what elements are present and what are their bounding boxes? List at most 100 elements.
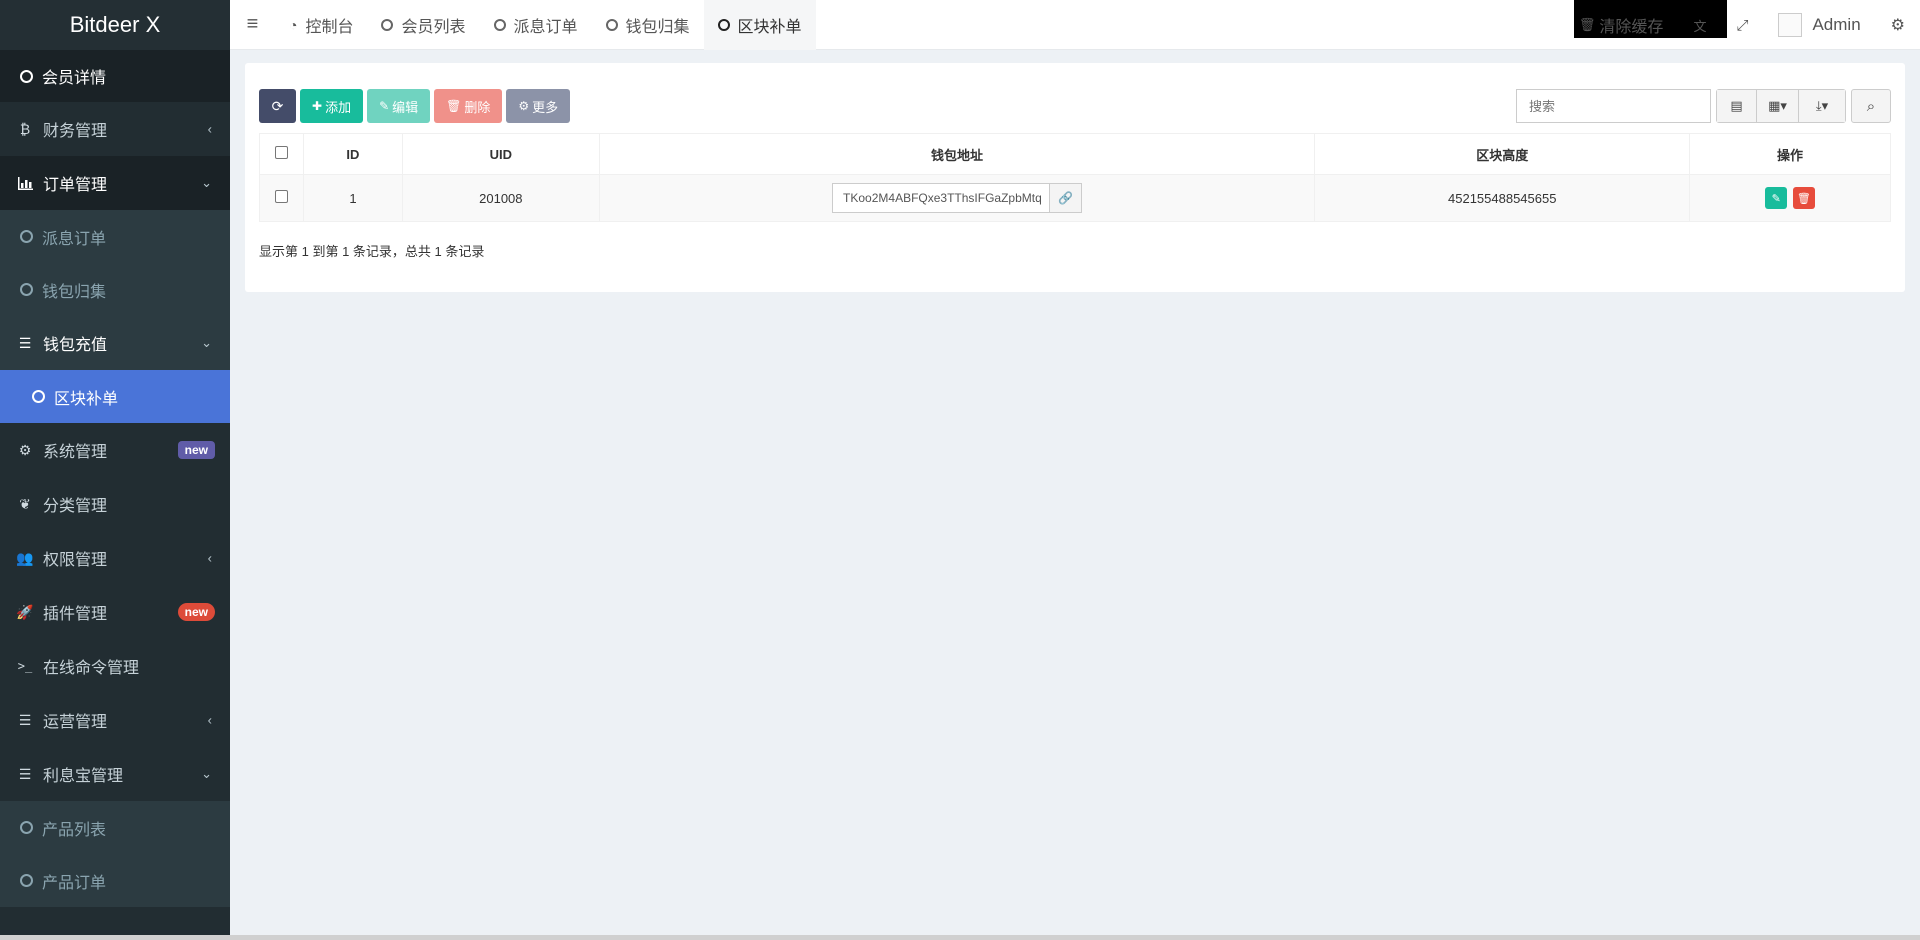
sidebar-item-member-detail[interactable]: 会员详情 <box>0 50 230 102</box>
dashboard-icon: ◔ <box>289 16 298 33</box>
sidebar-item-label: 利息宝管理 <box>43 768 124 785</box>
column-header[interactable]: ID <box>302 133 403 175</box>
settings-button[interactable]: ⚙ <box>1876 0 1920 50</box>
tab-block-supplement[interactable]: 区块补单 <box>703 0 816 50</box>
sidebar-item-label: 产品订单 <box>42 874 107 892</box>
sidebar-item-orders[interactable]: 订单管理 ⌄ <box>0 156 230 210</box>
new-badge: new <box>177 603 215 621</box>
link-button[interactable]: 🔗 <box>1050 183 1083 213</box>
sidebar-item-plugins[interactable]: 🚀 插件管理 new <box>0 585 230 639</box>
sidebar-item-online-command[interactable]: >_ 在线命令管理 <box>0 639 230 693</box>
add-label: 添加 <box>325 99 352 115</box>
card-view-button[interactable]: ▤ <box>1717 90 1757 122</box>
add-button[interactable]: ✚ 添加 <box>300 89 364 123</box>
sidebar-item-operations[interactable]: ☰ 运营管理 ‹ <box>0 693 230 747</box>
delete-label: 删除 <box>464 99 491 115</box>
sidebar-item-label: 插件管理 <box>43 606 108 623</box>
sidebar-item-wallet-recharge[interactable]: ☰ 钱包充值 ⌄ <box>0 316 230 370</box>
chevron-left-icon: ‹ <box>207 121 212 137</box>
delete-button[interactable]: 🗑 删除 <box>434 89 503 123</box>
cogs-icon: ⚙ <box>18 441 32 458</box>
sidebar-item-product-list[interactable]: 产品列表 <box>0 801 230 854</box>
sidebar-item-label: 钱包充值 <box>43 337 108 354</box>
more-label: 更多 <box>532 99 559 115</box>
trash-icon: 🗑 <box>1578 17 1596 32</box>
search-input[interactable] <box>1516 89 1711 123</box>
sidebar-item-label: 系统管理 <box>43 444 108 461</box>
list-icon: ☰ <box>18 334 32 351</box>
tab-label: 控制台 <box>305 18 354 36</box>
sidebar-item-label: 权限管理 <box>43 552 108 569</box>
sidebar-item-label: 在线命令管理 <box>43 660 140 677</box>
sidebar-item-interest[interactable]: ☰ 利息宝管理 ⌄ <box>0 747 230 801</box>
tab-wallet-collect[interactable]: 钱包归集 <box>592 0 704 50</box>
table-toolbar: ⟳ ✚ 添加 ✎ 编辑 🗑 删除 ⚙ 更多 <box>259 89 571 123</box>
table-row[interactable]: 1 201008 TKoo2M4ABFQxe3TThsIFGaZpbMtq 🔗 … <box>259 174 1891 222</box>
sidebar-item-product-orders[interactable]: 产品订单 <box>0 854 230 907</box>
circle-icon <box>20 283 33 296</box>
bar-chart-icon <box>15 176 35 190</box>
export-button[interactable]: ⤓▾ <box>1799 90 1845 122</box>
link-icon: 🔗 <box>1058 191 1074 205</box>
circle-icon <box>493 18 506 31</box>
sidebar-item-wallet-collect[interactable]: 钱包归集 <box>0 263 230 316</box>
sidebar-item-dividend-orders[interactable]: 派息订单 <box>0 210 230 263</box>
group-icon: 👥 <box>16 549 34 566</box>
tab-label: 派息订单 <box>513 18 578 36</box>
row-checkbox[interactable] <box>274 190 288 203</box>
more-button[interactable]: ⚙ 更多 <box>506 89 571 123</box>
view-tools: ▤ ▦▾ ⤓▾ <box>1716 89 1846 123</box>
horizontal-scrollbar[interactable] <box>0 935 1920 940</box>
user-name: Admin <box>1812 15 1861 34</box>
columns-button[interactable]: ▦▾ <box>1757 90 1799 122</box>
column-header[interactable]: 钱包地址 <box>598 133 1316 175</box>
chevron-left-icon: ‹ <box>207 712 212 728</box>
sidebar-item-permission[interactable]: 👥 权限管理 ‹ <box>0 531 230 585</box>
refresh-button[interactable]: ⟳ <box>259 89 296 123</box>
id-cell: 1 <box>302 174 403 222</box>
row-delete-button[interactable]: 🗑 <box>1792 187 1815 209</box>
sidebar-item-label: 分类管理 <box>43 498 108 515</box>
column-header[interactable]: UID <box>401 133 600 175</box>
search-icon: ⌕ <box>1866 97 1876 115</box>
tab-dividend-orders[interactable]: 派息订单 <box>480 0 592 50</box>
cog-icon: ⚙ <box>518 99 530 113</box>
chevron-down-icon: ⌄ <box>201 335 212 350</box>
table-icon: ▤ <box>1730 98 1743 113</box>
select-all-checkbox[interactable] <box>274 146 288 159</box>
export-icon: ⤓▾ <box>1815 98 1829 113</box>
refresh-icon: ⟳ <box>271 97 284 114</box>
sidebar-item-block-supplement[interactable]: 区块补单 <box>0 370 230 423</box>
clear-cache-button[interactable]: 🗑 清除缓存 <box>1564 0 1679 50</box>
row-edit-button[interactable]: ✎ <box>1765 187 1788 209</box>
tab-member-list[interactable]: 会员列表 <box>367 0 479 50</box>
sidebar-item-category[interactable]: ❦ 分类管理 <box>0 477 230 531</box>
address-cell: TKoo2M4ABFQxe3TThsIFGaZpbMtq 🔗 <box>598 174 1316 222</box>
sidebar-item-system[interactable]: ⚙ 系统管理 new <box>0 423 230 477</box>
tab-dashboard[interactable]: ◔ 控制台 <box>275 0 367 50</box>
edit-button[interactable]: ✎ 编辑 <box>367 89 431 123</box>
user-menu[interactable]: Admin <box>1763 0 1875 50</box>
leaf-icon: ❦ <box>19 495 31 512</box>
column-header: 操作 <box>1689 133 1891 175</box>
column-header[interactable]: 区块高度 <box>1314 133 1691 175</box>
columns-icon: ▦▾ <box>1768 98 1787 113</box>
sidebar-item-label: 区块补单 <box>54 390 119 408</box>
sidebar-item-label: 运营管理 <box>43 714 108 731</box>
fullscreen-button[interactable]: ⤢ <box>1721 0 1763 50</box>
brand-logo[interactable]: Bitdeer X <box>0 0 230 50</box>
circle-icon <box>20 874 33 887</box>
language-button[interactable]: 文 <box>1678 0 1721 50</box>
expand-icon: ⤢ <box>1736 16 1749 34</box>
search-button[interactable]: ⌕ <box>1851 89 1891 123</box>
sidebar-item-finance[interactable]: ₿ 财务管理 ‹ <box>0 102 230 156</box>
gears-icon: ⚙ <box>1890 17 1905 34</box>
circle-icon <box>605 18 618 31</box>
content-panel: ⟳ ✚ 添加 ✎ 编辑 🗑 删除 ⚙ 更多 ▤ ▦▾ ⤓▾ <box>245 63 1905 292</box>
data-table: ID UID 钱包地址 区块高度 操作 1 201008 TKoo2M4ABFQ… <box>259 133 1891 222</box>
menu-toggle-icon[interactable]: ≡ <box>230 13 275 36</box>
avatar <box>1778 13 1803 37</box>
chevron-left-icon: ‹ <box>207 550 212 566</box>
address-field[interactable]: TKoo2M4ABFQxe3TThsIFGaZpbMtq <box>832 183 1051 213</box>
circle-icon <box>32 390 45 403</box>
